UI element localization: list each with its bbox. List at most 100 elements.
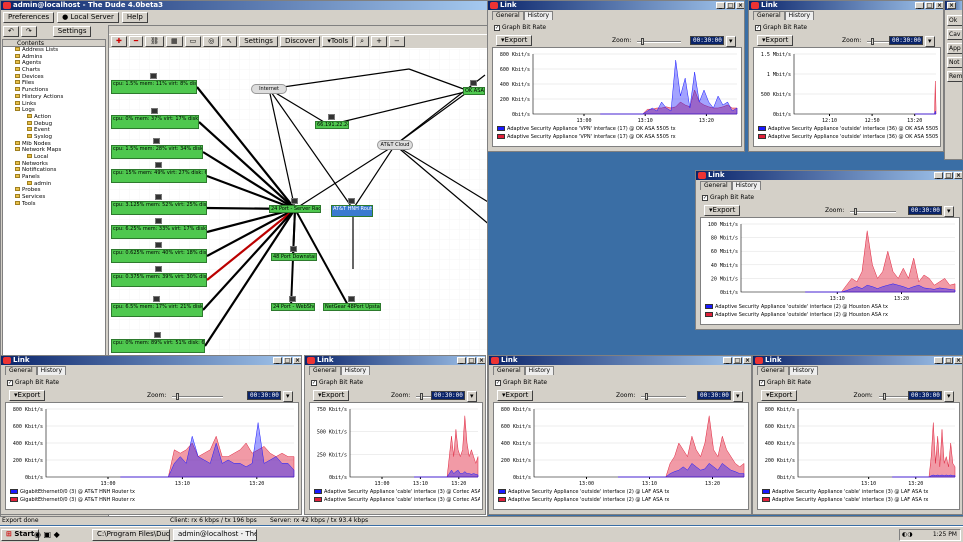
device-icon[interactable] xyxy=(289,296,296,302)
tab-general[interactable]: General xyxy=(753,11,785,20)
zoom-field[interactable]: 00:30:00 xyxy=(431,391,465,400)
apply-button[interactable]: App xyxy=(947,43,962,54)
tree-item[interactable]: admin xyxy=(3,180,105,188)
tab-history[interactable]: History xyxy=(788,366,819,375)
tab-history[interactable]: History xyxy=(524,366,555,375)
taskbar-item-dude[interactable]: admin@localhost - The D... xyxy=(173,529,257,541)
map-device-node[interactable]: 24 Port - Server Rack xyxy=(269,205,321,213)
zoom-out-icon[interactable]: − xyxy=(388,36,405,47)
graph-bit-rate-checkbox[interactable]: ✓ Graph Bit Rate xyxy=(702,194,754,201)
remove-icon[interactable]: ━ xyxy=(128,36,144,47)
zoom-field[interactable]: 00:30:00 xyxy=(690,36,724,45)
device-icon[interactable] xyxy=(470,80,477,86)
map-device-node[interactable]: cpu: 0.375% mem: 39% virt: 30% disk: 26% xyxy=(111,273,207,287)
zoom-slider-thumb[interactable] xyxy=(854,208,857,215)
tree-item[interactable]: Tools xyxy=(3,200,105,208)
tab-general[interactable]: General xyxy=(492,11,524,20)
map-device-node[interactable]: cpu: 15% mem: 49% virt: 27% disk: 62% xyxy=(111,169,207,183)
device-icon[interactable] xyxy=(153,296,160,302)
device-icon[interactable] xyxy=(348,198,355,204)
tab-history[interactable]: History xyxy=(731,181,762,190)
tree-item[interactable]: Network Maps xyxy=(3,147,105,154)
tree-item[interactable]: Agents xyxy=(3,60,105,67)
device-icon[interactable] xyxy=(348,296,355,302)
minimize-icon[interactable]: _ xyxy=(273,357,282,364)
zoom-field[interactable]: 00:30:00 xyxy=(908,391,942,400)
redo-icon[interactable]: ↷ xyxy=(20,26,37,37)
device-icon[interactable] xyxy=(153,138,160,144)
device-icon[interactable] xyxy=(328,114,335,120)
zoom-slider[interactable] xyxy=(637,38,681,45)
minimize-icon[interactable]: _ xyxy=(915,2,924,9)
zoom-stepper[interactable]: ▾ xyxy=(944,391,954,402)
link-titlebar[interactable]: Link _ □ × xyxy=(489,356,751,365)
device-icon[interactable] xyxy=(154,332,161,338)
map-device-node[interactable]: 24 Port - WebShop xyxy=(271,303,315,311)
export-button[interactable]: ▾Export xyxy=(757,35,794,46)
map-settings-button[interactable]: Settings xyxy=(239,36,278,47)
close-icon[interactable]: × xyxy=(935,2,943,9)
export-button[interactable]: ▾Export xyxy=(497,390,534,401)
close-icon[interactable]: × xyxy=(736,2,744,9)
quicklaunch-icons[interactable]: ◉ ▣ ◆ xyxy=(34,530,60,539)
device-icon[interactable] xyxy=(291,198,298,204)
add-icon[interactable]: ✚ xyxy=(111,36,127,47)
tree-item[interactable]: Debug xyxy=(3,120,105,128)
link-icon[interactable]: ⛓ xyxy=(145,36,164,47)
device-icon[interactable] xyxy=(155,194,162,200)
link-titlebar[interactable]: Link _ □ × xyxy=(749,1,943,10)
tree-item[interactable]: Links xyxy=(3,100,105,108)
close-icon[interactable]: × xyxy=(947,2,956,9)
link-titlebar[interactable]: Link _ □ × xyxy=(305,356,485,365)
zoom-slider[interactable] xyxy=(850,208,896,215)
link-titlebar[interactable]: Link _ □ × xyxy=(1,356,301,365)
tab-history[interactable]: History xyxy=(340,366,371,375)
export-button[interactable]: ▾Export xyxy=(704,205,741,216)
link-titlebar[interactable]: Link _ □ × xyxy=(488,1,744,10)
map-device-node[interactable]: cpu: 0.625% mem: 40% virt: 18% disk: 37% xyxy=(111,249,207,263)
close-icon[interactable]: × xyxy=(293,357,301,364)
tree-item[interactable]: Action xyxy=(3,113,105,121)
undo-icon[interactable]: ↶ xyxy=(3,26,19,37)
zoom-stepper[interactable]: ▾ xyxy=(467,391,477,402)
pointer-icon[interactable]: ↖ xyxy=(221,36,238,47)
zoom-stepper[interactable]: ▾ xyxy=(944,206,954,217)
link-titlebar[interactable]: Link _ □ × xyxy=(696,171,962,180)
local-server-button[interactable]: ● Local Server xyxy=(57,12,119,23)
tab-general[interactable]: General xyxy=(700,181,732,190)
device-icon[interactable] xyxy=(155,242,162,248)
zoom-field[interactable]: 00:30:00 xyxy=(908,206,942,215)
zoom-stepper[interactable]: ▾ xyxy=(283,391,293,402)
tray-icons[interactable]: ◐◑ xyxy=(900,530,912,540)
export-button[interactable]: ▾Export xyxy=(761,390,798,401)
map-device-node[interactable]: NetGear 48Port Upstairs xyxy=(323,303,381,311)
tree-item[interactable]: Devices xyxy=(3,73,105,81)
close-icon[interactable]: × xyxy=(743,357,751,364)
zoom-slider-thumb[interactable] xyxy=(641,38,644,45)
preferences-button[interactable]: Preferences xyxy=(3,12,55,23)
maximize-icon[interactable]: □ xyxy=(944,172,953,179)
close-icon[interactable]: × xyxy=(954,172,962,179)
maximize-icon[interactable]: □ xyxy=(925,2,934,9)
remove-button[interactable]: Rem xyxy=(947,71,962,82)
grid-icon[interactable]: ▦ xyxy=(165,36,183,47)
zoom-stepper[interactable]: ▾ xyxy=(733,391,743,402)
tree-item[interactable]: History Actions xyxy=(3,93,105,101)
map-device-node[interactable]: OK ASA xyxy=(463,87,485,95)
graph-bit-rate-checkbox[interactable]: ✓ Graph Bit Rate xyxy=(311,379,363,386)
tree-item[interactable]: Syslog xyxy=(3,133,105,141)
tab-history[interactable]: History xyxy=(36,366,67,375)
device-icon[interactable] xyxy=(155,266,162,272)
zoom-slider-thumb[interactable] xyxy=(871,38,874,45)
zoom-slider-thumb[interactable] xyxy=(176,393,179,400)
maximize-icon[interactable]: □ xyxy=(733,357,742,364)
tab-history[interactable]: History xyxy=(523,11,554,20)
maximize-icon[interactable]: □ xyxy=(944,357,953,364)
zoom-slider[interactable] xyxy=(172,393,224,400)
folder-icon[interactable]: ▭ xyxy=(184,36,202,47)
link-titlebar[interactable]: Link _ □ × xyxy=(753,356,962,365)
tools-button[interactable]: ▾Tools xyxy=(322,36,354,47)
map-device-node[interactable]: cpu: 0% mem: 37% virt: 17% disk: 12% xyxy=(111,115,199,129)
tab-general[interactable]: General xyxy=(309,366,341,375)
tree-item[interactable]: Functions xyxy=(3,87,105,94)
